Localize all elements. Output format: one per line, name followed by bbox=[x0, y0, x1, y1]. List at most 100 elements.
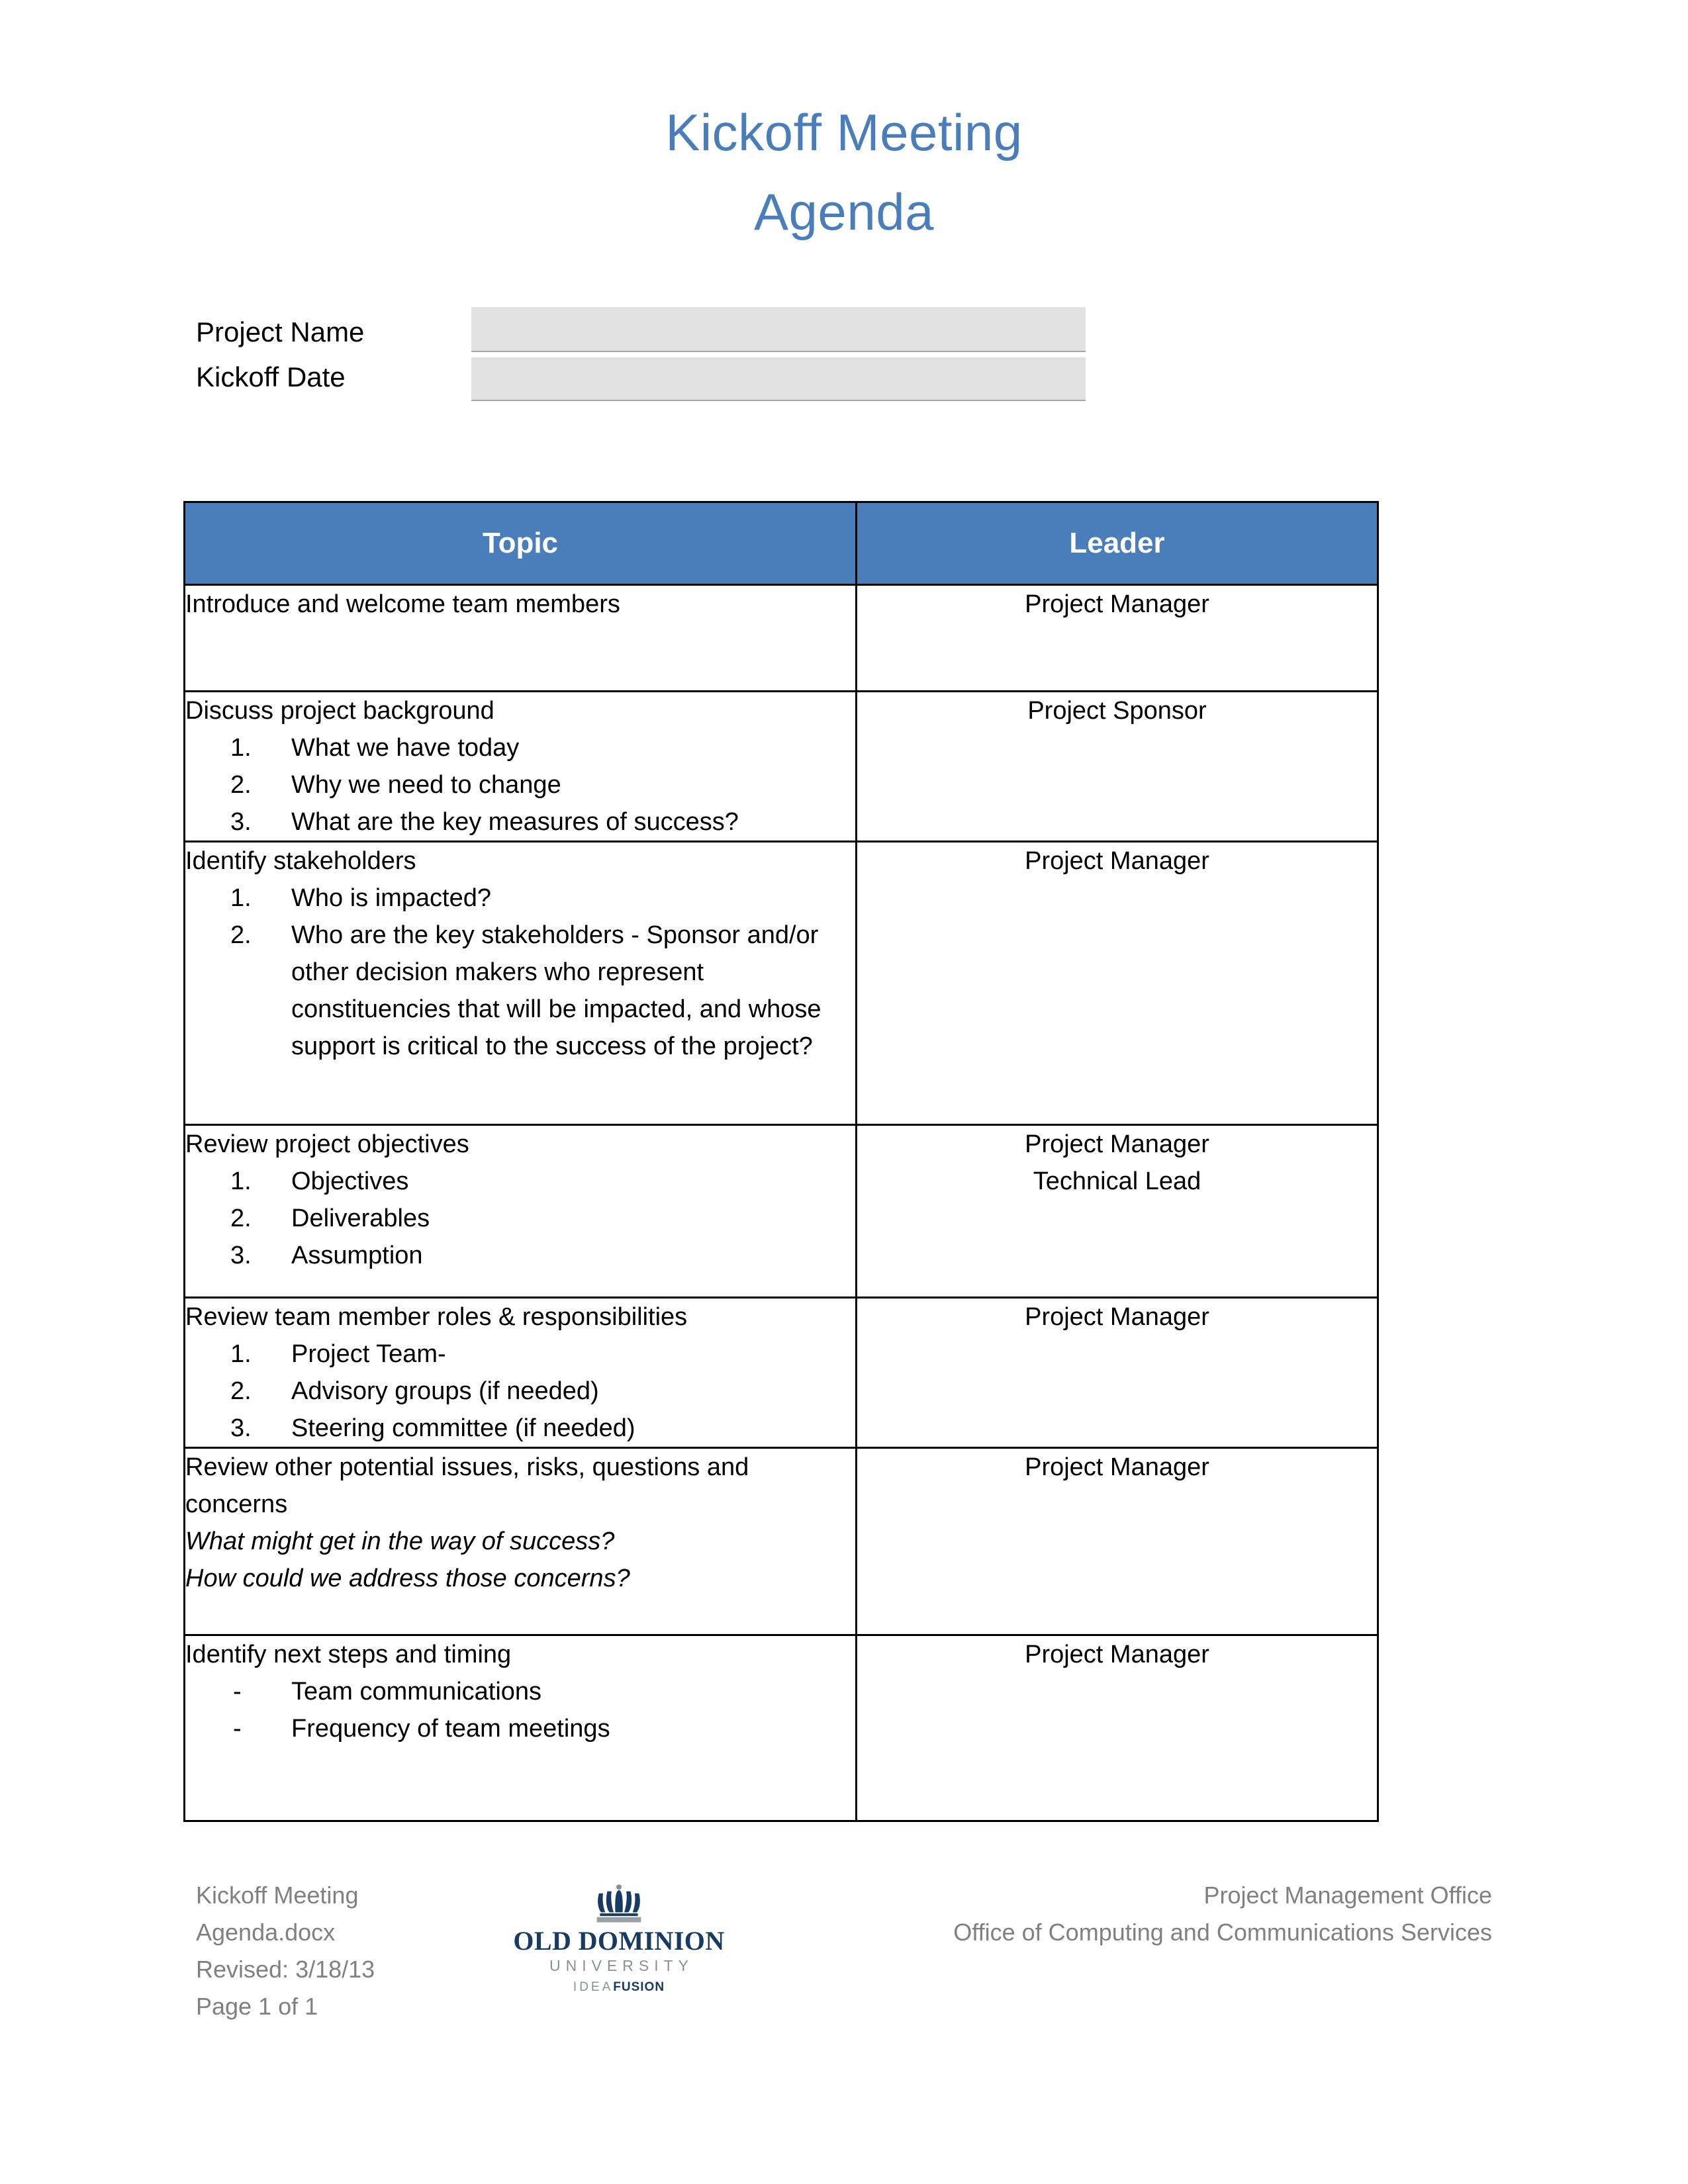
leader-name: Project Manager bbox=[1025, 590, 1209, 618]
topic-sub-list: - Team communications - Frequency of team … bbox=[185, 1673, 855, 1747]
crown-icon bbox=[596, 1884, 641, 1923]
leader-name: Project Manager bbox=[1025, 1453, 1209, 1481]
table-row: Identify next steps and timing - Team com… bbox=[183, 1634, 1379, 1822]
table-header-row: Topic Leader bbox=[183, 501, 1379, 586]
odu-tagline-fusion: FUSION bbox=[613, 1980, 665, 1994]
list-item-text: What we have today bbox=[291, 734, 520, 762]
kickoff-date-row: Kickoff Date bbox=[196, 356, 1136, 401]
list-item: 3. What are the key measures of success? bbox=[185, 803, 855, 841]
list-marker: 3. bbox=[230, 808, 252, 836]
list-item: 1. Who is impacted? bbox=[185, 880, 855, 917]
topic-heading: Identify next steps and timing bbox=[185, 1641, 512, 1668]
list-marker: 2. bbox=[230, 771, 252, 799]
list-item: - Frequency of team meetings bbox=[185, 1710, 855, 1747]
topic-question-2: How could we address those concerns? bbox=[185, 1565, 630, 1592]
footer-doc-title: Kickoff Meeting bbox=[196, 1882, 359, 1909]
document-page: Kickoff Meeting Agenda Project Name Kick… bbox=[0, 0, 1688, 2184]
list-item-text: Why we need to change bbox=[291, 771, 561, 799]
list-item-text: Frequency of team meetings bbox=[291, 1715, 610, 1743]
page-title: Kickoff Meeting Agenda bbox=[0, 93, 1688, 251]
list-marker: - bbox=[233, 1715, 242, 1743]
list-item: 1. What we have today bbox=[185, 729, 855, 766]
list-marker: 1. bbox=[230, 1340, 252, 1368]
list-item: 2. Why we need to change bbox=[185, 766, 855, 803]
column-header-leader: Leader bbox=[855, 501, 1379, 586]
page-footer: Kickoff Meeting Agenda.docx Revised: 3/1… bbox=[0, 1866, 1688, 2065]
topic-heading: Review project objectives bbox=[185, 1130, 469, 1158]
list-item: 3. Steering committee (if needed) bbox=[185, 1410, 855, 1447]
list-item-text: Assumption bbox=[291, 1242, 423, 1269]
topic-cell: Identify stakeholders 1. Who is impacted?… bbox=[183, 841, 857, 1126]
topic-heading: Identify stakeholders bbox=[185, 847, 416, 875]
table-row: Discuss project background 1. What we hav… bbox=[183, 690, 1379, 842]
list-marker: 1. bbox=[230, 884, 252, 912]
topic-cell: Discuss project background 1. What we hav… bbox=[183, 690, 857, 842]
list-item-text: Who are the key stakeholders - Sponsor a… bbox=[291, 921, 821, 1060]
topic-sub-list: 1. Project Team- 2. Advisory groups (if ne… bbox=[185, 1336, 855, 1447]
list-item: 2. Advisory groups (if needed) bbox=[185, 1373, 855, 1410]
list-marker: 2. bbox=[230, 1205, 252, 1232]
footer-revision-date: Revised: 3/18/13 bbox=[196, 1956, 375, 1983]
odu-logo-university: UNIVERSITY bbox=[549, 1957, 694, 1974]
leader-cell: Project Manager bbox=[855, 1297, 1379, 1449]
footer-right-text: Project Management Office Office of Comp… bbox=[953, 1877, 1492, 1951]
table-row: Review other potential issues, risks, qu… bbox=[183, 1447, 1379, 1636]
list-item-text: Deliverables bbox=[291, 1205, 430, 1232]
leader-cell: Project Manager bbox=[855, 1634, 1379, 1822]
footer-office-name: Project Management Office bbox=[1203, 1882, 1492, 1909]
topic-cell: Introduce and welcome team members bbox=[183, 584, 857, 692]
table-row: Identify stakeholders 1. Who is impacted?… bbox=[183, 841, 1379, 1126]
leader-name: Project Manager bbox=[1025, 1130, 1209, 1158]
topic-cell: Identify next steps and timing - Team com… bbox=[183, 1634, 857, 1822]
footer-left-text: Kickoff Meeting Agenda.docx Revised: 3/1… bbox=[196, 1877, 375, 2025]
title-line-2: Agenda bbox=[754, 183, 934, 241]
table-row: Introduce and welcome team members Proje… bbox=[183, 584, 1379, 692]
list-item: 2. Who are the key stakeholders - Sponsor… bbox=[185, 917, 855, 1065]
list-item: - Team communications bbox=[185, 1673, 855, 1710]
list-item-text: Steering committee (if needed) bbox=[291, 1414, 635, 1442]
list-item: 2. Deliverables bbox=[185, 1200, 855, 1237]
list-marker: 1. bbox=[230, 1167, 252, 1195]
project-name-input[interactable] bbox=[471, 307, 1086, 352]
list-marker: 2. bbox=[230, 1377, 252, 1405]
topic-sub-list: 1. Objectives 2. Deliverables 3. Assumption bbox=[185, 1163, 855, 1274]
footer-department-name: Office of Computing and Communications S… bbox=[953, 1919, 1492, 1946]
column-header-topic: Topic bbox=[183, 501, 857, 586]
list-item-text: What are the key measures of success? bbox=[291, 808, 739, 836]
topic-question-1: What might get in the way of success? bbox=[185, 1527, 615, 1555]
leader-cell: Project Manager Technical Lead bbox=[855, 1124, 1379, 1298]
project-name-label: Project Name bbox=[196, 316, 365, 347]
odu-logo-name: OLD DOMINION bbox=[513, 1926, 725, 1956]
kickoff-date-input[interactable] bbox=[471, 357, 1086, 401]
agenda-table: Topic Leader Introduce and welcome team … bbox=[183, 501, 1379, 1822]
topic-cell: Review project objectives 1. Objectives 2… bbox=[183, 1124, 857, 1298]
list-marker: 3. bbox=[230, 1414, 252, 1442]
leader-cell: Project Manager bbox=[855, 584, 1379, 692]
list-item-text: Project Team- bbox=[291, 1340, 446, 1368]
topic-heading: Discuss project background bbox=[185, 697, 494, 725]
list-marker: 3. bbox=[230, 1242, 252, 1269]
list-marker: 1. bbox=[230, 734, 252, 762]
leader-name: Project Sponsor bbox=[1027, 697, 1207, 725]
leader-name: Project Manager bbox=[1025, 847, 1209, 875]
list-marker: - bbox=[233, 1678, 242, 1706]
kickoff-date-label: Kickoff Date bbox=[196, 361, 346, 392]
leader-name: Project Manager bbox=[1025, 1641, 1209, 1668]
leader-name: Project Manager bbox=[1025, 1303, 1209, 1331]
leader-name-secondary: Technical Lead bbox=[1033, 1167, 1201, 1195]
list-item-text: Team communications bbox=[291, 1678, 542, 1706]
list-item: 3. Assumption bbox=[185, 1237, 855, 1274]
topic-heading: Review other potential issues, risks, qu… bbox=[185, 1453, 749, 1518]
topic-heading: Introduce and welcome team members bbox=[185, 590, 620, 618]
odu-logo-tagline: IDEAFUSION bbox=[510, 1978, 728, 1997]
topic-cell: Review team member roles & responsibilit… bbox=[183, 1297, 857, 1449]
topic-cell: Review other potential issues, risks, qu… bbox=[183, 1447, 857, 1636]
title-line-1: Kickoff Meeting bbox=[665, 103, 1023, 161]
table-row: Review team member roles & responsibilit… bbox=[183, 1297, 1379, 1449]
list-item-text: Objectives bbox=[291, 1167, 409, 1195]
list-marker: 2. bbox=[230, 921, 252, 949]
odu-logo: OLD DOMINION UNIVERSITY IDEAFUSION bbox=[510, 1883, 728, 1997]
table-row: Review project objectives 1. Objectives 2… bbox=[183, 1124, 1379, 1298]
leader-cell: Project Manager bbox=[855, 1447, 1379, 1636]
list-item-text: Who is impacted? bbox=[291, 884, 492, 912]
